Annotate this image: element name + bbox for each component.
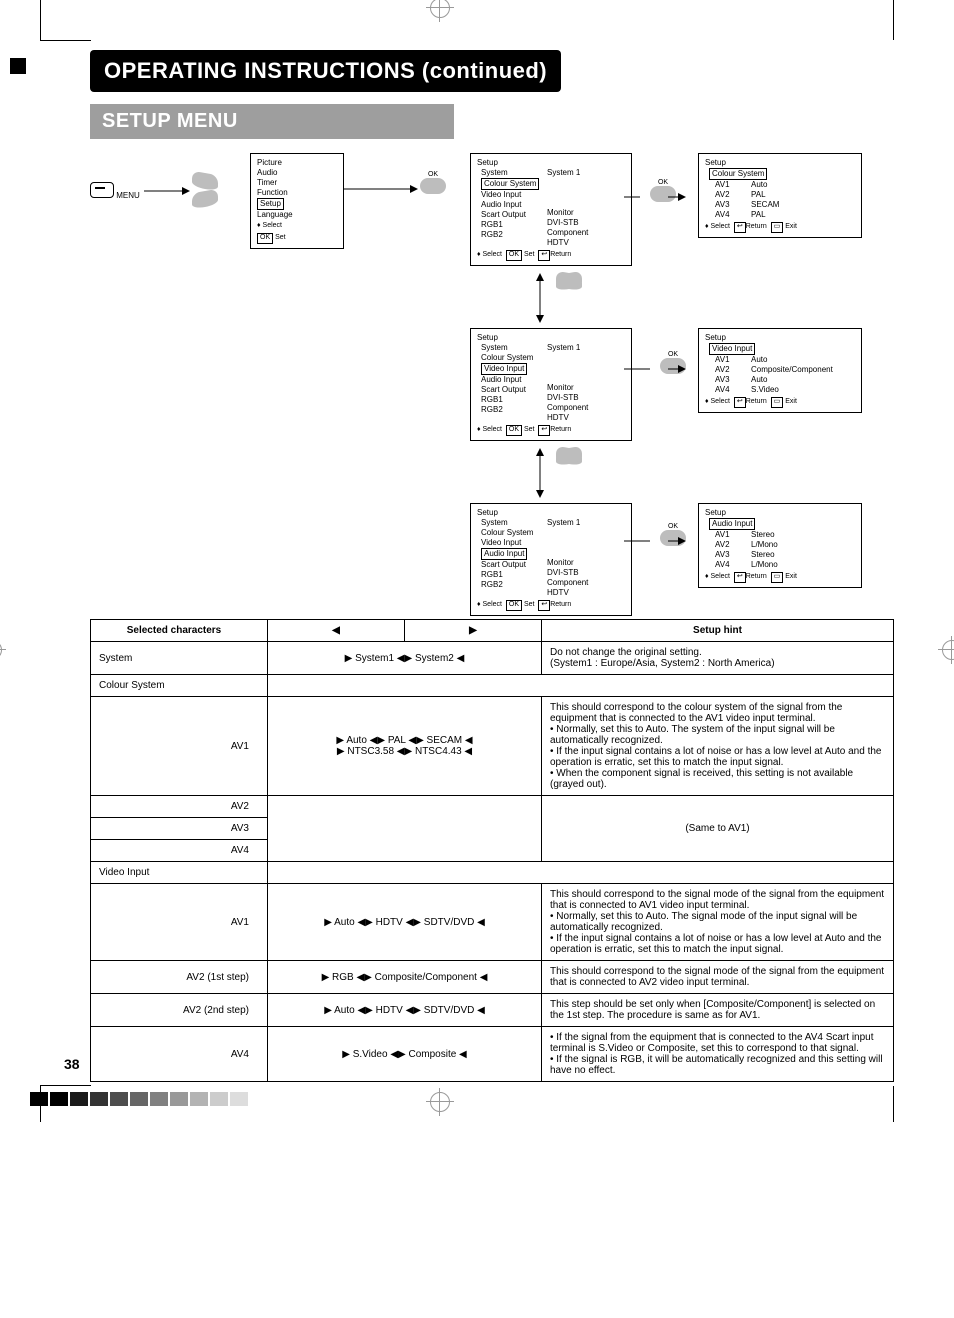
arrow-right-icon (624, 187, 684, 207)
arrow-right-icon (624, 359, 684, 379)
registration-mark (942, 640, 954, 660)
detail-panel: SetupAudio InputAV1StereoAV2L/MonoAV3Ste… (698, 503, 862, 588)
registration-mark (430, 1092, 450, 1112)
setup-panel: SetupSystemColour SystemVideo InputAudio… (470, 153, 632, 266)
nav-up-button (192, 171, 218, 192)
page: OPERATING INSTRUCTIONS (continued) SETUP… (0, 0, 954, 1122)
setup-panel: SetupSystemColour SystemVideo InputAudio… (470, 328, 632, 441)
crop-mark (40, 1085, 91, 1122)
detail-panel: SetupColour SystemAV1AutoAV2PALAV3SECAMA… (698, 153, 862, 238)
crop-mark (40, 0, 91, 41)
setup-hint-table: Selected characters ◀ ▶ Setup hint Syste… (90, 619, 894, 1082)
setup-panel: SetupSystemColour SystemVideo InputAudio… (470, 503, 632, 616)
header-left-arrow: ◀ (268, 620, 405, 642)
header-selected-characters: Selected characters (91, 620, 268, 642)
nav-vertical (530, 448, 550, 500)
nav-down-button (192, 189, 218, 210)
crop-mark (893, 0, 894, 40)
page-title: OPERATING INSTRUCTIONS (continued) (90, 50, 561, 92)
arrow-right-icon (142, 181, 190, 201)
header-setup-hint: Setup hint (542, 620, 894, 642)
registration-mark (430, 0, 450, 18)
registration-mark (0, 640, 2, 660)
menu-flow-diagram: MENU Picture Audio Timer Function Setup … (90, 153, 894, 613)
arrow-right-icon (624, 531, 684, 551)
nav-vertical (530, 273, 550, 325)
arrow-right-icon (344, 179, 474, 199)
main-menu-panel: Picture Audio Timer Function Setup Langu… (250, 153, 344, 249)
section-title: SETUP MENU (90, 104, 454, 139)
header-right-arrow: ▶ (405, 620, 542, 642)
menu-button-icon (90, 182, 114, 198)
menu-label: MENU (116, 191, 140, 200)
crop-mark (893, 1086, 894, 1122)
ok-button: OK (420, 171, 446, 196)
page-number: 38 (64, 1056, 80, 1072)
trim-mark (10, 58, 26, 74)
detail-panel: SetupVideo InputAV1AutoAV2Composite/Comp… (698, 328, 862, 413)
